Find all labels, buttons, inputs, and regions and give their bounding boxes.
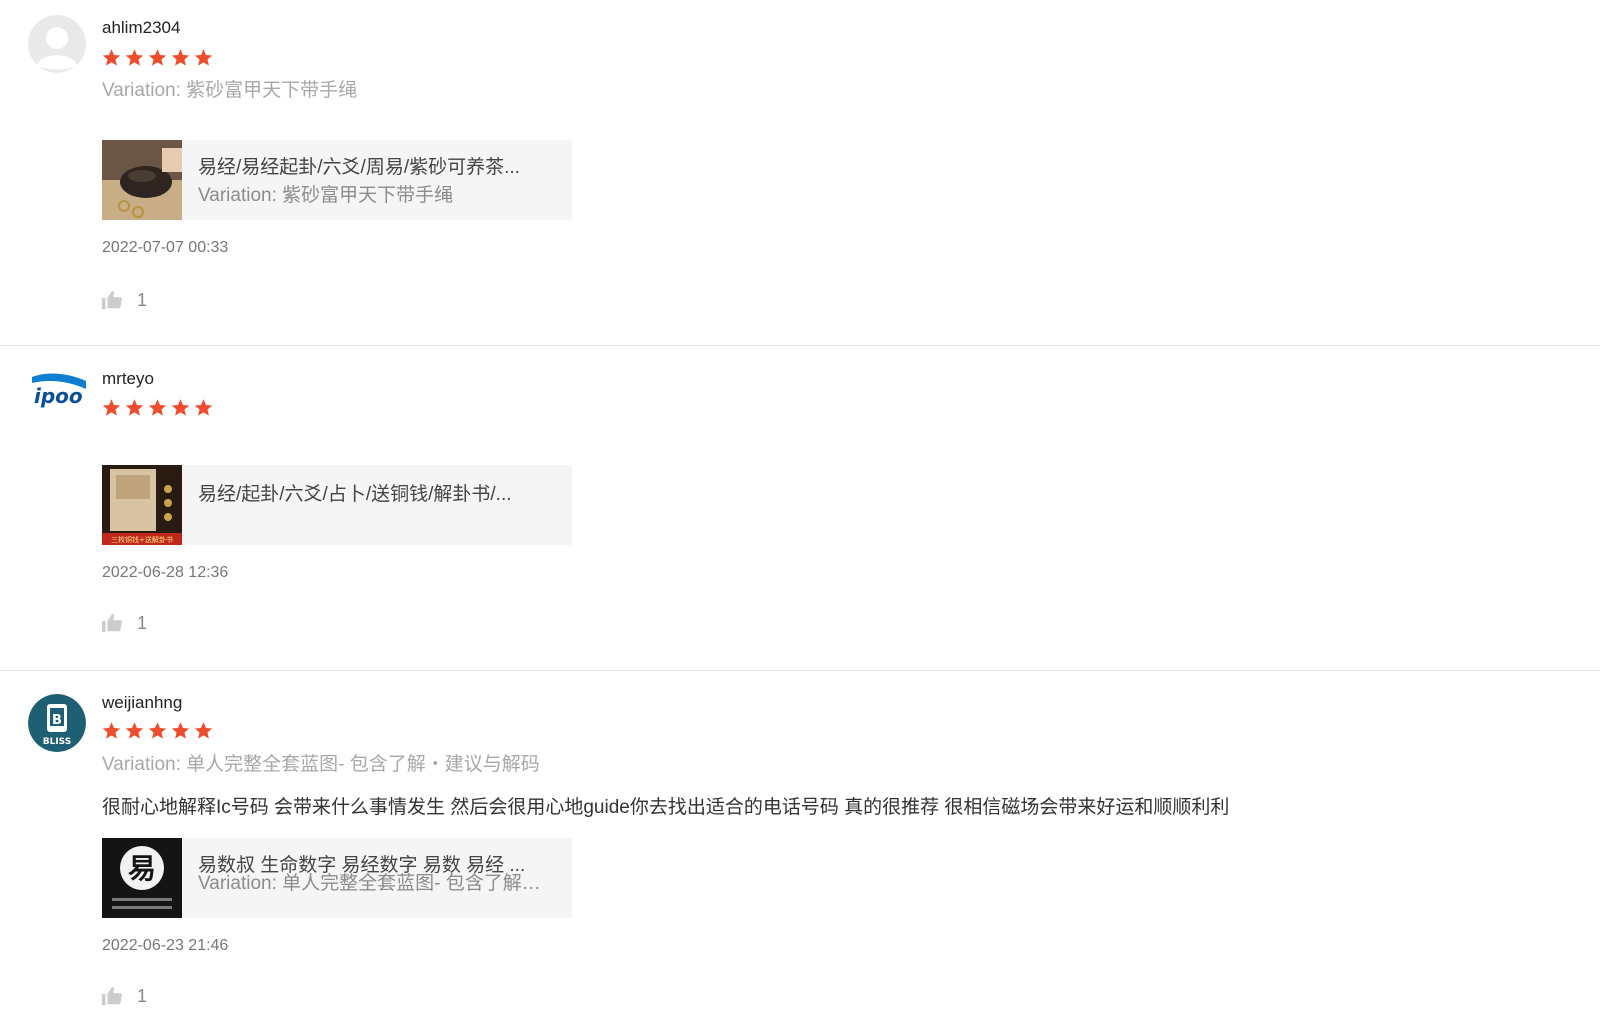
star-icon bbox=[171, 49, 190, 66]
review-timestamp: 2022-06-23 21:46 bbox=[102, 937, 229, 954]
thumbs-up-icon[interactable] bbox=[101, 985, 123, 1007]
star-icon bbox=[102, 49, 121, 66]
thumbs-up-icon[interactable] bbox=[101, 289, 123, 311]
avatar[interactable] bbox=[28, 15, 86, 73]
product-card[interactable]: 易经/易经起卦/六爻/周易/紫砂可养茶... Variation: 紫砂富甲天下… bbox=[102, 140, 572, 220]
star-icon bbox=[194, 722, 213, 739]
star-icon bbox=[194, 399, 213, 416]
review-variation: Variation: 紫砂富甲天下带手绳 bbox=[102, 80, 358, 101]
product-card[interactable]: 易 易数叔 生命数字 易经数字 易数 易经 ... Variation: 单人完… bbox=[102, 838, 572, 918]
reviewer-username[interactable]: ahlim2304 bbox=[102, 18, 180, 38]
star-icon bbox=[194, 49, 213, 66]
review-divider bbox=[0, 670, 1600, 671]
svg-text:B: B bbox=[52, 713, 62, 728]
product-variation: Variation: 单人完整全套蓝图- 包含了解・建议与解码 bbox=[198, 873, 558, 894]
product-thumbnail: 三枚铜钱+送解卦书 bbox=[102, 465, 182, 545]
ipoo-logo-text: ipoo bbox=[34, 384, 83, 408]
avatar[interactable]: ipoo bbox=[28, 363, 86, 421]
star-icon bbox=[171, 722, 190, 739]
product-thumbnail bbox=[102, 140, 182, 220]
star-icon bbox=[148, 49, 167, 66]
default-avatar-icon bbox=[28, 15, 86, 73]
star-icon bbox=[102, 722, 121, 739]
rating-stars bbox=[102, 721, 213, 740]
review-variation: Variation: 单人完整全套蓝图- 包含了解・建议与解码 bbox=[102, 754, 540, 775]
review-item: ahlim2304 Variation: 紫砂富甲天下带手绳 易经/易经起卦/六… bbox=[0, 0, 1600, 345]
thumbs-up-icon[interactable] bbox=[101, 612, 123, 634]
like-button[interactable]: 1 bbox=[101, 612, 147, 634]
star-icon bbox=[125, 722, 144, 739]
review-comment: 很耐心地解释Ic号码 会带来什么事情发生 然后会很用心地guide你去找出适合的… bbox=[102, 797, 1230, 818]
star-icon bbox=[148, 722, 167, 739]
teapot-image bbox=[102, 140, 182, 220]
product-variation: Variation: 紫砂富甲天下带手绳 bbox=[198, 185, 454, 206]
like-count: 1 bbox=[137, 289, 148, 310]
like-count: 1 bbox=[137, 612, 148, 633]
reviewer-username[interactable]: weijianhng bbox=[102, 693, 182, 713]
like-button[interactable]: 1 bbox=[101, 985, 147, 1007]
review-timestamp: 2022-07-07 00:33 bbox=[102, 239, 229, 256]
star-icon bbox=[171, 399, 190, 416]
ipoo-logo-icon: ipoo bbox=[28, 363, 86, 421]
reviewer-username[interactable]: mrteyo bbox=[102, 369, 154, 389]
book-image: 三枚铜钱+送解卦书 bbox=[102, 465, 182, 545]
review-divider bbox=[0, 345, 1600, 346]
bliss-logo-icon: B BLISS bbox=[28, 694, 86, 752]
product-thumbnail: 易 bbox=[102, 838, 182, 918]
calligraphy-image: 易 bbox=[102, 838, 182, 918]
star-icon bbox=[148, 399, 167, 416]
like-count: 1 bbox=[137, 985, 148, 1006]
star-icon bbox=[102, 399, 121, 416]
review-timestamp: 2022-06-28 12:36 bbox=[102, 564, 229, 581]
rating-stars bbox=[102, 48, 213, 67]
star-icon bbox=[125, 49, 144, 66]
thumbnail-char: 易 bbox=[128, 852, 156, 885]
banner-text: 三枚铜钱+送解卦书 bbox=[111, 535, 173, 544]
bliss-logo-text: BLISS bbox=[43, 737, 72, 747]
star-icon bbox=[125, 399, 144, 416]
product-card[interactable]: 三枚铜钱+送解卦书 易经/起卦/六爻/占卜/送铜钱/解卦书/... bbox=[102, 465, 572, 545]
rating-stars bbox=[102, 398, 213, 417]
avatar[interactable]: B BLISS bbox=[28, 694, 86, 752]
like-button[interactable]: 1 bbox=[101, 289, 147, 311]
product-title: 易经/易经起卦/六爻/周易/紫砂可养茶... bbox=[198, 157, 520, 178]
product-title: 易经/起卦/六爻/占卜/送铜钱/解卦书/... bbox=[198, 484, 512, 505]
